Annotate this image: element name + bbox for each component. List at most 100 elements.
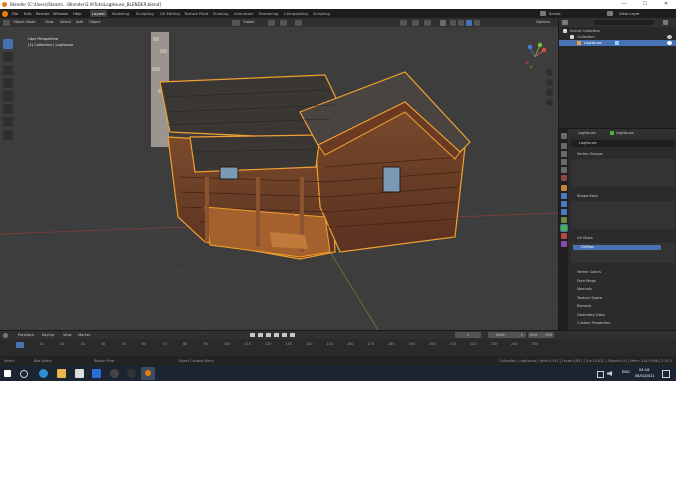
section-vertex-groups[interactable]: Vertex Groups (571, 151, 675, 158)
view-layer-selector[interactable]: View Layer (619, 9, 640, 18)
tab-sculpting[interactable]: Sculpting (134, 10, 156, 17)
menu-object[interactable]: Object (89, 18, 101, 27)
cursor-tool-icon[interactable] (3, 52, 13, 62)
next-keyframe-icon[interactable] (282, 333, 287, 337)
perspective-toggle-icon[interactable] (546, 99, 553, 106)
tab-shading[interactable]: Shading (211, 10, 230, 17)
shading-material-icon[interactable] (466, 19, 472, 26)
3d-viewport[interactable]: User Perspective (1) Collection | LogHou… (0, 27, 558, 330)
notifications-icon[interactable] (662, 370, 670, 378)
object-tab-icon[interactable] (560, 185, 567, 191)
rotate-tool-icon[interactable] (3, 78, 13, 88)
section-custom-properties[interactable]: Custom Properties (571, 320, 675, 327)
menu-add[interactable]: Add (76, 18, 83, 27)
scene-tab-icon[interactable] (560, 167, 567, 173)
menu-view[interactable]: View (63, 331, 72, 339)
menu-keying[interactable]: Keying (42, 331, 54, 339)
play-icon[interactable] (274, 333, 279, 337)
tab-modeling[interactable]: Modeling (110, 10, 131, 17)
language-indicator[interactable]: ENG (622, 370, 630, 374)
menu-playback[interactable]: Playback (18, 331, 34, 339)
steam-icon[interactable] (110, 369, 119, 378)
minimize-button[interactable]: — (614, 0, 634, 9)
options-dropdown[interactable]: Options (536, 18, 550, 27)
section-normals[interactable]: Normals (571, 286, 675, 293)
close-button[interactable]: ✕ (656, 0, 676, 9)
tab-layout[interactable]: Layout (90, 10, 107, 17)
current-frame-field[interactable]: 1 (455, 332, 481, 338)
mode-selector[interactable]: Object Mode (13, 18, 36, 27)
data-tab-icon[interactable] (559, 224, 568, 232)
tool-tab-icon[interactable] (560, 133, 567, 139)
move-tool-icon[interactable] (3, 65, 13, 75)
tab-scripting[interactable]: Scripting (311, 10, 332, 17)
transform-orientation-icon[interactable] (232, 19, 240, 26)
transform-orientation[interactable]: Global (243, 18, 254, 27)
start-frame-field[interactable]: Start 1 (488, 332, 526, 338)
clock-date[interactable]: 08/02/2021 (635, 374, 655, 378)
menu-edit[interactable]: Edit (24, 9, 31, 18)
tab-compositing[interactable]: Compositing (282, 10, 310, 17)
transform-tool-icon[interactable] (3, 104, 13, 114)
clock-time[interactable]: 04:16 (639, 368, 649, 372)
mail-icon[interactable] (92, 369, 101, 378)
render-tab-icon[interactable] (560, 143, 567, 149)
pivot-icon[interactable] (268, 19, 275, 26)
output-tab-icon[interactable] (560, 151, 567, 157)
uv-maps-list[interactable]: UVMap (571, 243, 675, 263)
editor-type-icon[interactable] (3, 19, 10, 26)
particles-tab-icon[interactable] (560, 201, 567, 207)
outliner-editor-icon[interactable] (562, 20, 568, 25)
play-reverse-icon[interactable] (266, 333, 271, 337)
end-frame-field[interactable]: End 250 (528, 332, 554, 338)
section-geometry-data[interactable]: Geometry Data (571, 312, 675, 319)
mesh-name-field[interactable]: LogHouse (571, 140, 675, 147)
pan-hand-icon[interactable] (546, 79, 553, 86)
maximize-button[interactable]: ☐ (635, 0, 655, 9)
playhead[interactable] (16, 342, 24, 348)
overlay-icon[interactable] (424, 19, 431, 26)
camera-view-icon[interactable] (546, 89, 553, 96)
timeline-editor-icon[interactable] (3, 332, 8, 338)
annotate-tool-icon[interactable] (3, 117, 13, 127)
timeline-ruler[interactable]: 0102030405060708090100110120130140150160… (0, 342, 676, 350)
menu-window[interactable]: Window (53, 9, 68, 18)
xray-icon[interactable] (440, 19, 446, 26)
jump-start-icon[interactable] (250, 333, 255, 337)
menu-select[interactable]: Select (60, 18, 71, 27)
material-tab-icon[interactable] (560, 233, 567, 239)
section-shape-keys[interactable]: Shape Keys (571, 193, 675, 200)
select-box-tool-icon[interactable] (3, 39, 13, 49)
modifier-tab-icon[interactable] (560, 193, 567, 199)
shape-keys-list[interactable] (571, 201, 675, 229)
tab-texture-paint[interactable]: Texture Paint (182, 10, 211, 17)
zoom-icon[interactable] (546, 69, 553, 76)
filter-icon[interactable] (663, 20, 668, 25)
texture-tab-icon[interactable] (560, 241, 567, 247)
eye-icon[interactable] (667, 41, 672, 45)
tab-rendering[interactable]: Rendering (257, 10, 280, 17)
menu-help[interactable]: Help (73, 9, 82, 18)
eye-icon[interactable] (667, 35, 672, 39)
outliner-row-loghouse[interactable]: LogHouse (559, 40, 676, 46)
uv-map-row[interactable]: UVMap (573, 245, 661, 250)
section-vertex-colors[interactable]: Vertex Colors (571, 269, 675, 276)
windows-start-icon[interactable] (4, 370, 11, 377)
measure-tool-icon[interactable] (3, 130, 13, 140)
menu-marker[interactable]: Marker (78, 331, 90, 339)
menu-render[interactable]: Render (36, 9, 50, 18)
app-icon[interactable] (127, 369, 136, 378)
shading-wireframe-icon[interactable] (450, 19, 456, 26)
menu-file[interactable]: File (12, 9, 18, 18)
shading-solid-icon[interactable] (458, 19, 464, 26)
physics-tab-icon[interactable] (560, 209, 567, 215)
prev-keyframe-icon[interactable] (258, 333, 263, 337)
visibility-icon[interactable] (400, 19, 407, 26)
jump-end-icon[interactable] (290, 333, 295, 337)
outliner-search-input[interactable] (594, 20, 654, 25)
blender-menu-icon[interactable] (2, 10, 8, 17)
file-explorer-icon[interactable] (57, 369, 66, 378)
gizmo-icon[interactable] (412, 19, 419, 26)
world-tab-icon[interactable] (560, 175, 567, 181)
section-face-maps[interactable]: Face Maps (571, 278, 675, 285)
